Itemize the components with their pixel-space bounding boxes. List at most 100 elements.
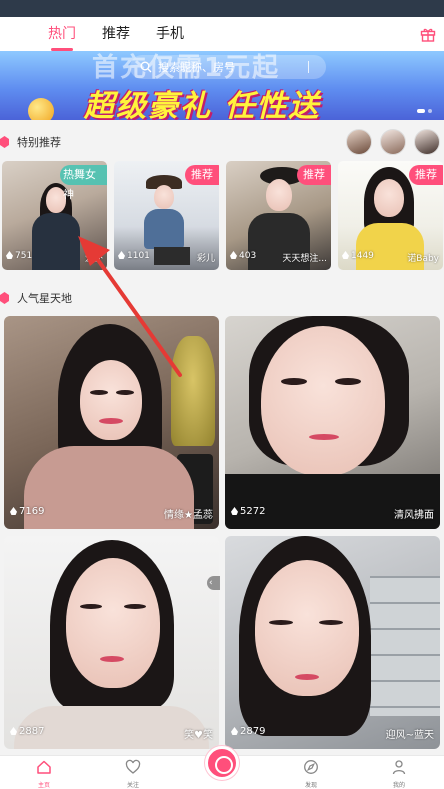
body-shape xyxy=(144,209,184,249)
pager-dot xyxy=(428,109,432,113)
flame-icon xyxy=(230,251,237,259)
heat-value: 2887 xyxy=(19,726,45,737)
lip-shape xyxy=(309,434,339,440)
heat-count: 5272 xyxy=(231,506,265,521)
heat-count: 7169 xyxy=(10,506,44,521)
side-collapse-handle[interactable]: ‹ xyxy=(207,576,220,590)
nav-me[interactable]: 我的 xyxy=(374,759,424,789)
avatar[interactable] xyxy=(414,129,440,155)
lip-shape xyxy=(295,674,319,680)
live-room-photo xyxy=(225,316,440,529)
flame-icon xyxy=(6,251,13,259)
featured-meta: 751 爱扑 xyxy=(6,251,103,264)
featured-tag: 推荐 xyxy=(409,165,443,185)
face-shape xyxy=(154,185,174,209)
featured-avatars xyxy=(346,129,440,155)
heat-count: 2879 xyxy=(231,726,265,741)
eye-shape xyxy=(124,604,146,609)
nav-me-label: 我的 xyxy=(392,782,405,789)
eye-shape xyxy=(319,620,343,625)
avatar[interactable] xyxy=(346,129,372,155)
heat-value: 5272 xyxy=(240,506,266,517)
heat-count: 1101 xyxy=(118,251,150,264)
streamer-name: 爱扑 xyxy=(84,254,103,264)
eye-shape xyxy=(281,378,307,385)
live-room-card[interactable]: 5272 清风拂面 xyxy=(225,316,440,529)
pager-dot xyxy=(417,109,425,113)
nav-follow[interactable]: 关注 xyxy=(108,759,158,789)
go-live-button[interactable] xyxy=(205,746,239,780)
popular-header: 人气星天地 xyxy=(0,286,72,310)
tab-phone[interactable]: 手机 xyxy=(156,17,184,51)
eye-shape xyxy=(269,620,293,625)
featured-card[interactable]: 推荐 1449 诺Baby xyxy=(338,161,443,270)
avatar[interactable] xyxy=(380,129,406,155)
heat-count: 751 xyxy=(6,251,32,264)
live-room-card[interactable]: 7169 情缘★孟蕊 xyxy=(4,316,219,529)
heat-value: 403 xyxy=(239,251,257,261)
flame-icon xyxy=(231,507,238,515)
banner-headline-main: 超级豪礼 任性送 xyxy=(84,89,321,120)
lip-shape xyxy=(99,418,123,424)
featured-card[interactable]: 热舞女神 751 爱扑 xyxy=(2,161,107,270)
lip-shape xyxy=(100,656,124,662)
featured-card[interactable]: 推荐 403 天天想注... xyxy=(226,161,331,270)
live-room-meta: 5272 清风拂面 xyxy=(231,506,434,521)
section-hex-icon xyxy=(0,292,9,304)
eye-shape xyxy=(90,390,108,395)
streamer-name: 清风拂面 xyxy=(394,510,434,521)
nav-home-label: 主页 xyxy=(37,782,50,789)
heat-value: 751 xyxy=(15,251,33,261)
live-room-photo xyxy=(4,536,219,749)
app-screen: 热门 推荐 手机 首充仅需1元起 超级豪礼 任性送 搜索昵称、房号 特别推荐 热… xyxy=(0,0,444,789)
live-room-photo xyxy=(4,316,219,529)
face-shape xyxy=(374,179,404,217)
featured-header: 特别推荐 xyxy=(0,130,61,154)
gift-icon[interactable] xyxy=(420,26,436,42)
banner-pager-dots xyxy=(417,109,432,113)
coin-icon xyxy=(28,98,54,120)
streamer-name: 诺Baby xyxy=(407,254,439,264)
live-room-meta: 2879 迎风~蓝天 xyxy=(231,726,434,741)
heart-icon xyxy=(125,759,141,774)
tab-hot[interactable]: 热门 xyxy=(48,17,76,51)
nav-home[interactable]: 主页 xyxy=(19,759,69,789)
featured-tag: 热舞女神 xyxy=(60,165,107,201)
popular-title: 人气星天地 xyxy=(17,292,72,305)
nav-discover[interactable]: 发现 xyxy=(286,759,336,789)
live-room-card[interactable]: 2887 笑♥笑 xyxy=(4,536,219,749)
live-room-meta: 7169 情缘★孟蕊 xyxy=(10,506,213,521)
status-bar xyxy=(0,0,444,17)
flame-icon xyxy=(118,251,125,259)
face-shape xyxy=(266,179,292,211)
live-room-meta: 2887 笑♥笑 xyxy=(10,726,213,741)
flame-icon xyxy=(342,251,349,259)
nav-follow-label: 关注 xyxy=(126,782,139,789)
streamer-name: 情缘★孟蕊 xyxy=(164,510,213,521)
streamer-name: 彩儿 xyxy=(196,254,215,264)
live-room-photo xyxy=(225,536,440,749)
face-shape xyxy=(80,360,142,440)
heat-value: 7169 xyxy=(19,506,45,517)
search-bar[interactable]: 搜索昵称、房号 xyxy=(130,55,326,79)
featured-meta: 1449 诺Baby xyxy=(342,251,439,264)
flame-icon xyxy=(10,507,17,515)
shelf-shape xyxy=(370,576,440,716)
heat-value: 2879 xyxy=(240,726,266,737)
plant-shape xyxy=(171,336,215,446)
streamer-name: 天天想注... xyxy=(282,254,327,264)
featured-title: 特别推荐 xyxy=(17,136,61,149)
live-room-card[interactable]: 2879 迎风~蓝天 xyxy=(225,536,440,749)
search-placeholder: 搜索昵称、房号 xyxy=(158,61,235,74)
search-icon xyxy=(140,61,152,73)
featured-card[interactable]: 推荐 1101 彩儿 xyxy=(114,161,219,270)
featured-meta: 403 天天想注... xyxy=(230,251,327,264)
heat-count: 1449 xyxy=(342,251,374,264)
streamer-name: 迎风~蓝天 xyxy=(385,730,434,741)
featured-tag: 推荐 xyxy=(185,165,219,185)
flame-icon xyxy=(10,727,17,735)
compass-icon xyxy=(304,760,318,774)
streamer-name: 笑♥笑 xyxy=(184,730,213,741)
search-divider xyxy=(308,61,309,73)
tab-recommend[interactable]: 推荐 xyxy=(102,17,130,51)
